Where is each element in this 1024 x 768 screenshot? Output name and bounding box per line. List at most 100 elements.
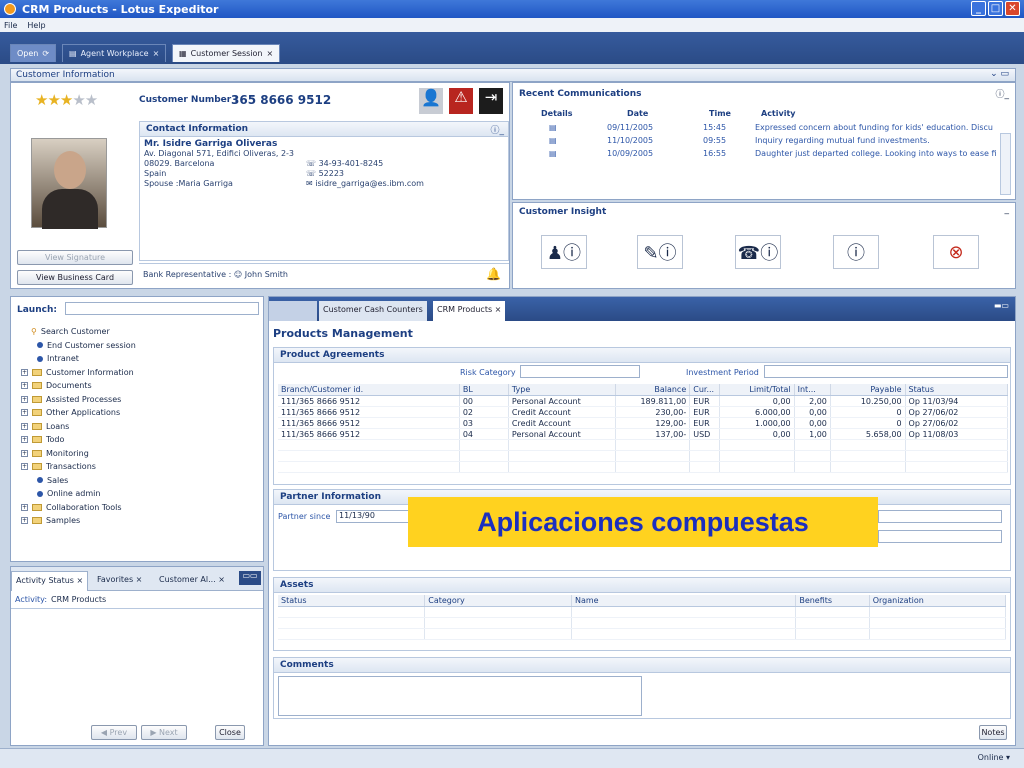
partner-field-1[interactable]: [878, 510, 1002, 523]
vertical-scrollbar[interactable]: [1000, 133, 1011, 195]
tree-item[interactable]: + Assisted Processes: [21, 393, 261, 407]
risk-category-input[interactable]: [520, 365, 640, 378]
tab-crm-products[interactable]: CRM Products ×: [433, 301, 506, 321]
column-header[interactable]: Balance: [615, 384, 691, 396]
expand-icon[interactable]: +: [21, 463, 28, 471]
column-header[interactable]: Limit/Total: [719, 384, 795, 396]
tree-item[interactable]: + Collaboration Tools: [21, 501, 261, 515]
comments-textarea[interactable]: [278, 676, 642, 716]
table-row[interactable]: 111/365 8666 9512 04 Personal Account 137,0…: [278, 428, 1009, 440]
info-icon[interactable]: ⓘ_: [490, 123, 504, 136]
tree-item[interactable]: + Todo: [21, 433, 261, 447]
menu-help[interactable]: Help: [27, 21, 45, 30]
investment-period-input[interactable]: [764, 365, 1008, 378]
minimize-view-icon[interactable]: ⌄ ▭: [990, 69, 1009, 79]
column-header[interactable]: Type: [508, 384, 616, 396]
close-button[interactable]: Close: [215, 725, 245, 740]
person-info-icon[interactable]: ♟ⓘ: [541, 235, 587, 269]
tree-item[interactable]: + Monitoring: [21, 447, 261, 461]
tree-item[interactable]: + Loans: [21, 420, 261, 434]
next-button[interactable]: ▶ Next: [141, 725, 187, 740]
column-header[interactable]: Name: [571, 595, 797, 607]
open-button[interactable]: Open ⟳: [10, 44, 57, 62]
column-header[interactable]: BL: [459, 384, 509, 396]
tree-item[interactable]: Sales: [21, 474, 261, 488]
tab-favorites[interactable]: Favorites ×: [93, 571, 146, 591]
view-business-card-button[interactable]: View Business Card: [17, 270, 133, 285]
details-icon[interactable]: ▤: [549, 134, 557, 147]
tree-item[interactable]: + Documents: [21, 379, 261, 393]
table-row[interactable]: [278, 461, 1009, 473]
partner-since-input[interactable]: 11/13/90: [336, 510, 416, 523]
minimize-icon[interactable]: _: [1005, 205, 1010, 215]
view-menu-icon[interactable]: ▭▭: [239, 571, 261, 585]
tree-item[interactable]: End Customer session: [21, 339, 261, 353]
expand-icon[interactable]: +: [21, 395, 28, 403]
expand-icon[interactable]: +: [21, 422, 28, 430]
tab-customer-alerts[interactable]: Customer Al... ×: [155, 571, 229, 591]
notes-button[interactable]: Notes: [979, 725, 1007, 740]
phone-info-icon[interactable]: ☎ⓘ: [735, 235, 781, 269]
column-header[interactable]: Cur...: [689, 384, 720, 396]
expand-icon[interactable]: +: [21, 436, 28, 444]
alert-icon[interactable]: ⚠: [449, 88, 473, 114]
info-icon[interactable]: ⓘ_: [995, 87, 1009, 100]
table-row[interactable]: [278, 439, 1009, 451]
expand-icon[interactable]: +: [21, 368, 28, 376]
column-header[interactable]: Organization: [869, 595, 1007, 607]
expand-icon[interactable]: +: [21, 517, 28, 525]
prev-button[interactable]: ◀ Prev: [91, 725, 137, 740]
column-header[interactable]: Status: [278, 595, 426, 607]
close-tab-icon[interactable]: ×: [267, 49, 274, 58]
expand-icon[interactable]: +: [21, 503, 28, 511]
info-icon[interactable]: ⓘ: [833, 235, 879, 269]
list-item[interactable]: ▤ 10/09/2005 16:55 Daughter just departe…: [519, 147, 999, 160]
column-header[interactable]: Branch/Customer id.: [278, 384, 460, 396]
tree-item[interactable]: + Samples: [21, 514, 261, 528]
table-row[interactable]: 111/365 8666 9512 03 Credit Account 129,00-…: [278, 417, 1009, 429]
tab-customer-cash-counters[interactable]: Customer Cash Counters: [319, 301, 427, 321]
online-status[interactable]: Online ▾: [978, 753, 1010, 762]
exit-icon[interactable]: ⇥: [479, 88, 503, 114]
table-row[interactable]: [278, 450, 1009, 462]
table-cell: 111/365 8666 9512: [278, 395, 460, 407]
tree-item[interactable]: Online admin: [21, 487, 261, 501]
minimize-button[interactable]: _: [971, 1, 986, 16]
expand-icon[interactable]: +: [21, 449, 28, 457]
bell-icon[interactable]: 🔔: [486, 267, 501, 281]
list-item[interactable]: ▤ 09/11/2005 15:45 Expressed concern abo…: [519, 121, 999, 134]
partner-field-2[interactable]: [878, 530, 1002, 543]
tree-item[interactable]: + Other Applications: [21, 406, 261, 420]
column-header[interactable]: Status: [905, 384, 1009, 396]
tab-blank[interactable]: [269, 301, 317, 321]
view-signature-button[interactable]: View Signature: [17, 250, 133, 265]
table-row[interactable]: 111/365 8666 9512 02 Credit Account 230,00-…: [278, 406, 1009, 418]
view-controls-icon[interactable]: ▬▭: [994, 301, 1009, 310]
column-header[interactable]: Benefits: [795, 595, 870, 607]
menu-file[interactable]: File: [4, 21, 17, 30]
table-row[interactable]: 111/365 8666 9512 00 Personal Account 189.8…: [278, 395, 1009, 407]
column-header[interactable]: Payable: [830, 384, 906, 396]
list-item[interactable]: ▤ 11/10/2005 09:55 Inquiry regarding mut…: [519, 134, 999, 147]
close-tab-icon[interactable]: ×: [153, 49, 160, 58]
tab-customer-session[interactable]: ▦ Customer Session ×: [172, 44, 281, 62]
tab-activity-status[interactable]: Activity Status ×: [11, 571, 89, 591]
expand-icon[interactable]: +: [21, 409, 28, 417]
column-header[interactable]: Int...: [794, 384, 831, 396]
cancel-icon[interactable]: ⊗: [933, 235, 979, 269]
tree-item[interactable]: Intranet: [21, 352, 261, 366]
column-header[interactable]: Category: [424, 595, 572, 607]
tree-item[interactable]: + Transactions: [21, 460, 261, 474]
person-icon[interactable]: 👤: [419, 88, 443, 114]
maximize-button[interactable]: □: [988, 1, 1003, 16]
details-icon[interactable]: ▤: [549, 147, 557, 160]
expand-icon[interactable]: +: [21, 382, 28, 390]
tree-item[interactable]: + Customer Information: [21, 366, 261, 380]
tab-agent-workplace[interactable]: ▤ Agent Workplace ×: [62, 44, 167, 62]
launch-input[interactable]: [65, 302, 259, 315]
details-icon[interactable]: ▤: [549, 121, 557, 134]
email-link[interactable]: isidre_garriga@es.ibm.com: [315, 179, 424, 188]
document-info-icon[interactable]: ✎ⓘ: [637, 235, 683, 269]
tree-item[interactable]: ⚲ Search Customer: [21, 325, 261, 339]
close-window-button[interactable]: ✕: [1005, 1, 1020, 16]
